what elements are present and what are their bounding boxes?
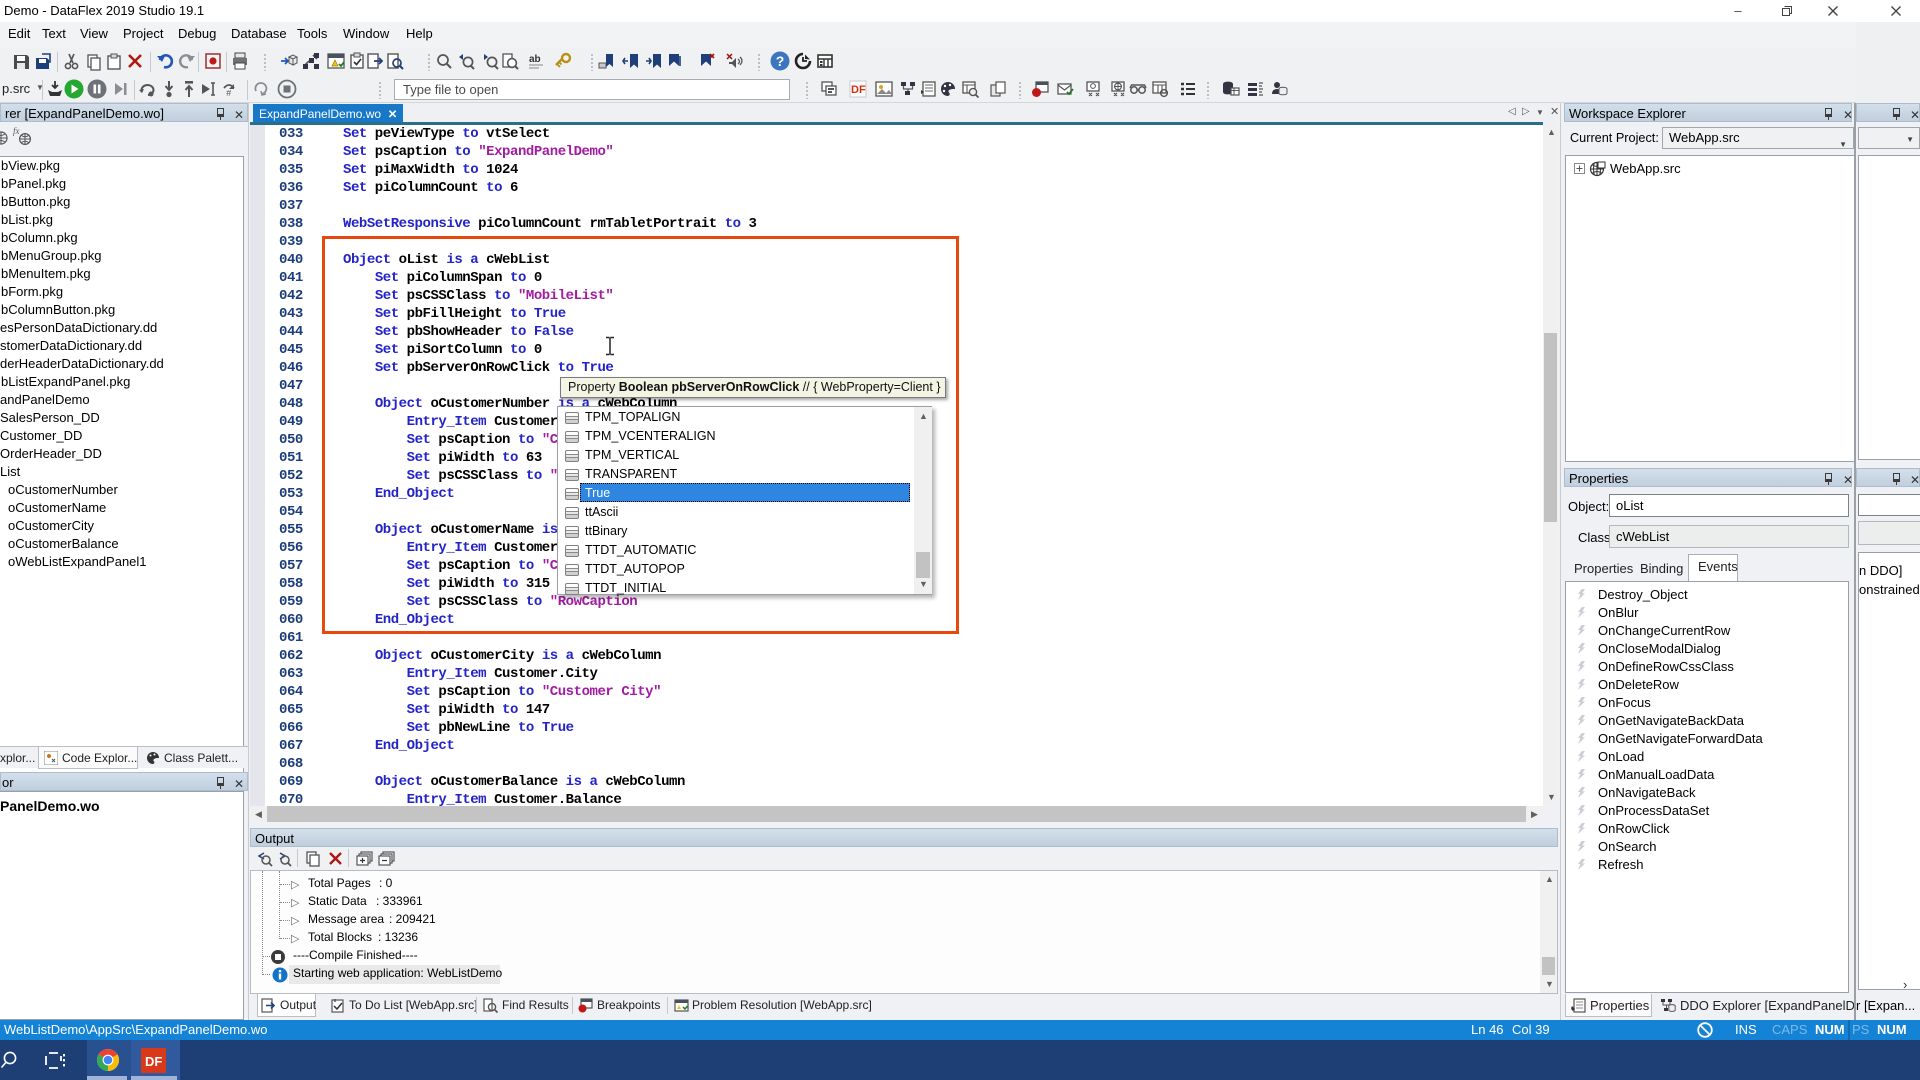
- svg-text:ab: ab: [529, 54, 541, 65]
- svg-text:DF: DF: [145, 1054, 162, 1069]
- svg-text:fx: fx: [13, 126, 20, 136]
- svg-text:DF: DF: [851, 84, 866, 96]
- svg-text:?: ?: [776, 53, 785, 69]
- svg-text:#: #: [226, 89, 232, 98]
